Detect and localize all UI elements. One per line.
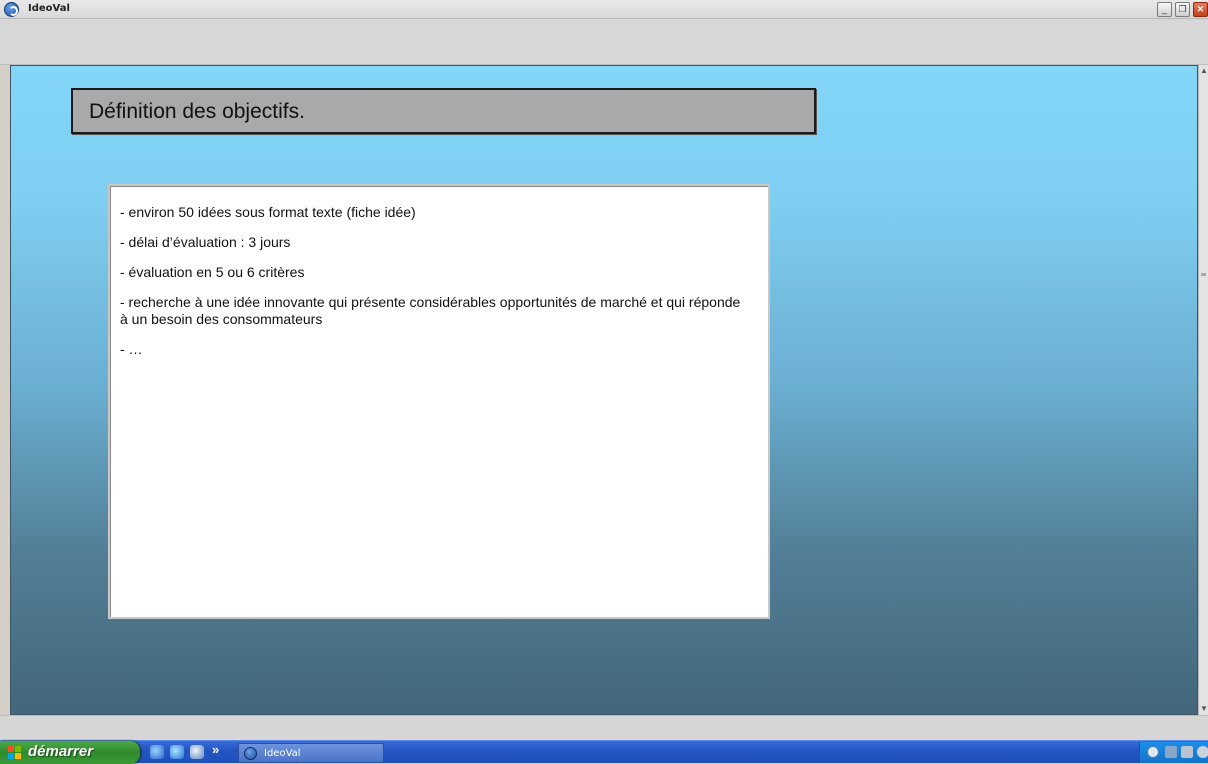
toolbar-strip bbox=[0, 19, 1208, 65]
list-item: - environ 50 idées sous format texte (fi… bbox=[120, 204, 416, 220]
list-item: - recherche à une idée innovante qui pré… bbox=[120, 294, 741, 327]
restore-button[interactable]: ❐ bbox=[1175, 2, 1190, 17]
status-strip bbox=[0, 715, 1208, 740]
page-title: Définition des objectifs. bbox=[89, 100, 305, 123]
start-button[interactable]: démarrer bbox=[0, 741, 140, 764]
minimize-button[interactable]: _ bbox=[1157, 2, 1172, 17]
show-desktop-icon[interactable] bbox=[190, 745, 204, 759]
system-tray bbox=[1139, 742, 1208, 763]
taskbar: démarrer » IdeoVal bbox=[0, 740, 1208, 764]
browser-icon[interactable] bbox=[150, 745, 164, 759]
app-icon bbox=[244, 747, 257, 760]
taskbar-item-label: IdeoVal bbox=[264, 748, 301, 759]
scroll-down-icon[interactable]: ▼ bbox=[1200, 705, 1208, 713]
objectives-list: - environ 50 idées sous format texte (fi… bbox=[120, 204, 750, 371]
vertical-scrollbar[interactable]: ▲ ▼ bbox=[1198, 65, 1208, 715]
objectives-card: - environ 50 idées sous format texte (fi… bbox=[108, 184, 770, 619]
list-item: - délai d’évaluation : 3 jours bbox=[120, 234, 291, 250]
heading-box: Définition des objectifs. bbox=[71, 88, 816, 134]
start-label: démarrer bbox=[28, 743, 94, 760]
internet-explorer-icon[interactable] bbox=[170, 745, 184, 759]
close-button[interactable]: ✕ bbox=[1193, 2, 1208, 17]
more-quicklaunch-icon[interactable]: » bbox=[212, 742, 219, 757]
volume-icon[interactable] bbox=[1197, 746, 1208, 758]
title-bar: IdeoVal _ ❐ ✕ bbox=[0, 0, 1208, 19]
app-icon bbox=[4, 2, 19, 17]
window-title: IdeoVal bbox=[28, 3, 70, 14]
taskbar-item-ideoval[interactable]: IdeoVal bbox=[238, 743, 384, 763]
network-disconnected-icon[interactable] bbox=[1181, 746, 1193, 758]
windows-flag-icon bbox=[8, 746, 22, 759]
slide-canvas: Définition des objectifs. - environ 50 i… bbox=[10, 65, 1198, 715]
tray-expand-icon[interactable] bbox=[1147, 746, 1159, 758]
list-item: - évaluation en 5 ou 6 critères bbox=[120, 264, 305, 280]
scroll-up-icon[interactable]: ▲ bbox=[1200, 67, 1208, 75]
scroll-grip[interactable] bbox=[1201, 273, 1206, 276]
network-icon[interactable] bbox=[1165, 746, 1177, 758]
list-item: - … bbox=[120, 341, 143, 357]
